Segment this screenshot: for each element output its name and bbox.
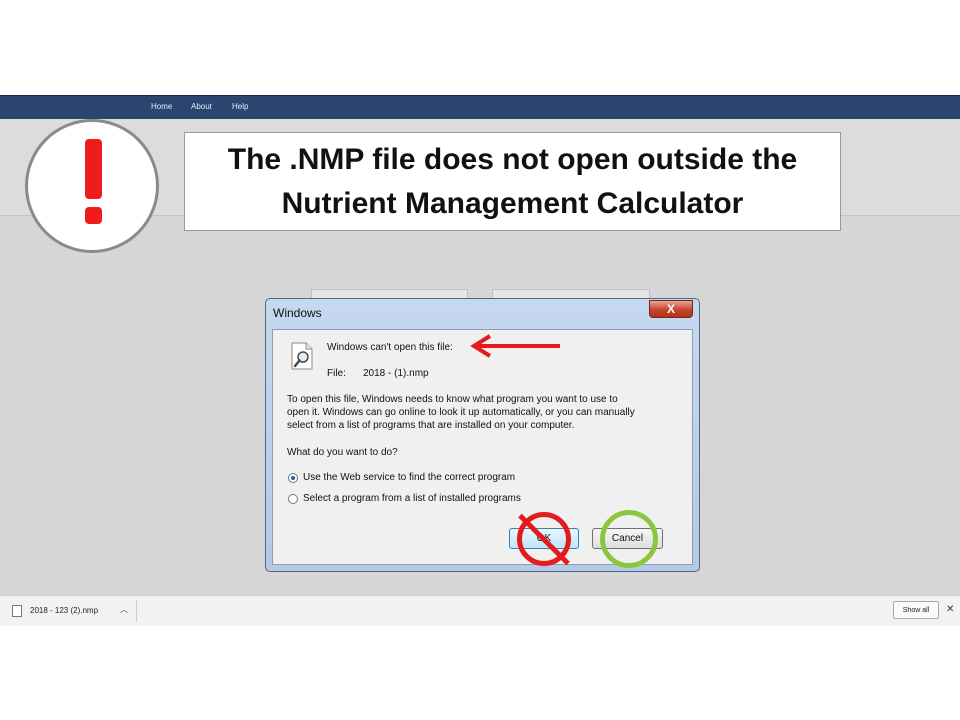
file-icon — [12, 605, 22, 617]
download-separator — [136, 600, 137, 622]
accept-circle-annotation — [600, 510, 658, 568]
top-navbar: Home About Help — [0, 95, 960, 120]
nav-about[interactable]: About — [191, 102, 212, 111]
dialog-question: What do you want to do? — [287, 447, 398, 458]
close-icon[interactable]: ✕ — [946, 604, 954, 615]
download-bar: 2018 - 123 (2).nmp ︿ Show all ✕ — [0, 595, 960, 626]
dialog-paragraph-line: select from a list of programs that are … — [287, 420, 575, 431]
title-callout: The .NMP file does not open outside the … — [184, 132, 841, 231]
file-label: File: — [327, 368, 346, 379]
callout-line-2: Nutrient Management Calculator — [281, 186, 744, 220]
chevron-up-icon[interactable]: ︿ — [120, 604, 128, 615]
nav-help[interactable]: Help — [232, 102, 248, 111]
show-all-button[interactable]: Show all — [893, 601, 939, 619]
radio-program-list[interactable] — [288, 494, 298, 504]
option-program-list-label[interactable]: Select a program from a list of installe… — [303, 493, 521, 504]
callout-line-1: The .NMP file does not open outside the — [227, 142, 798, 176]
file-name: 2018 - (1).nmp — [363, 368, 429, 379]
radio-web-service[interactable] — [288, 473, 298, 483]
red-arrow-annotation — [470, 334, 560, 358]
download-file-name[interactable]: 2018 - 123 (2).nmp — [30, 606, 98, 615]
dialog-close-button[interactable]: X — [649, 300, 693, 318]
dialog-title: Windows — [273, 306, 322, 320]
nav-home[interactable]: Home — [151, 102, 172, 111]
option-web-service-label[interactable]: Use the Web service to find the correct … — [303, 472, 515, 483]
exclamation-dot — [85, 207, 102, 224]
unknown-file-icon — [291, 342, 313, 370]
exclamation-icon — [85, 139, 102, 199]
dialog-paragraph-line: open it. Windows can go online to look i… — [287, 407, 635, 418]
dialog-heading: Windows can't open this file: — [327, 342, 453, 353]
dialog-paragraph-line: To open this file, Windows needs to know… — [287, 394, 618, 405]
